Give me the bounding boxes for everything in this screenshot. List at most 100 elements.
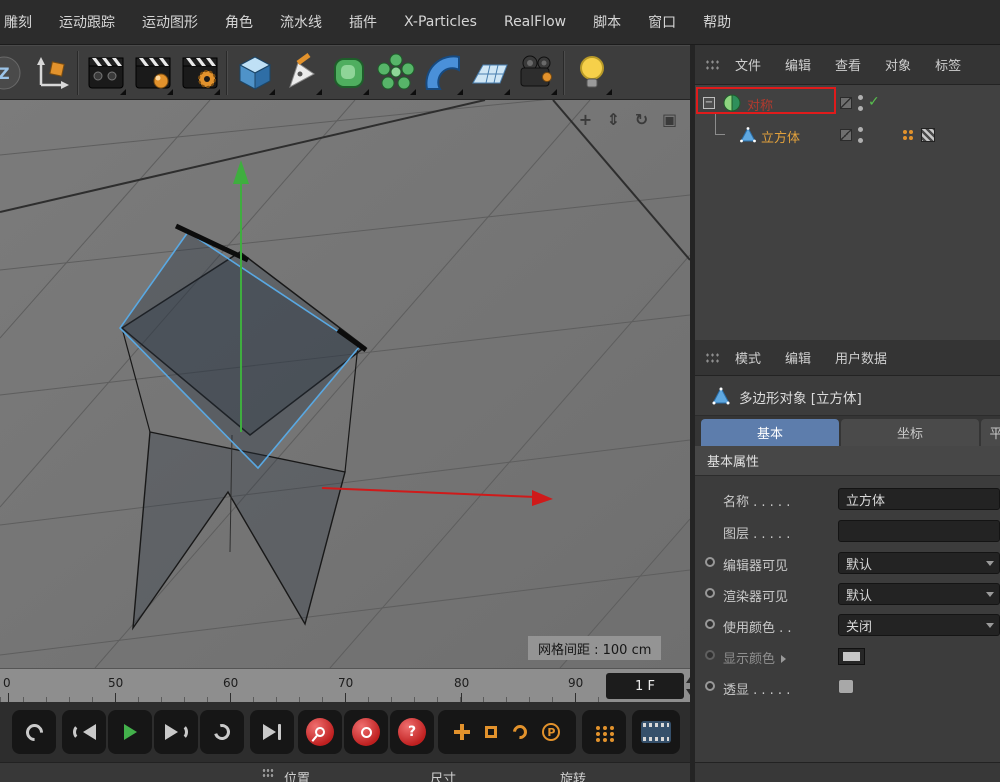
selection-tag-icon[interactable] [903, 130, 907, 134]
next-key-button[interactable] [154, 710, 198, 754]
om-menu-object[interactable]: 对象 [885, 55, 911, 74]
object-name-cube[interactable]: 立方体 [761, 127, 800, 146]
cube-primitive-button[interactable] [231, 47, 278, 98]
size-column-label: 尺寸 [430, 768, 456, 782]
panel-handle-icon[interactable] [705, 352, 719, 364]
layer-state-icon[interactable] [840, 97, 852, 109]
keyframe-record-circle[interactable] [705, 588, 715, 598]
editor-visibility-dropdown[interactable]: 默认 [838, 552, 1000, 574]
array-generator-button[interactable] [372, 47, 419, 98]
am-menu-edit[interactable]: 编辑 [785, 348, 811, 367]
render-settings-button[interactable] [176, 47, 223, 98]
current-frame-field[interactable]: 1 F [606, 673, 684, 699]
viewport-panel[interactable]: + ⇕ ↻ ▣ 网格间距 : 100 cm [0, 100, 690, 668]
zoom-view-icon[interactable]: ⇕ [603, 109, 624, 130]
point-level-animation-toggle[interactable] [582, 710, 626, 754]
render-picture-viewer-button[interactable] [129, 47, 176, 98]
loop-icon [211, 721, 233, 743]
menu-item-window[interactable]: 窗口 [648, 12, 676, 32]
use-color-dropdown[interactable]: 关闭 [838, 614, 1000, 636]
om-menu-edit[interactable]: 编辑 [785, 55, 811, 74]
keyframe-record-circle[interactable] [705, 650, 715, 660]
am-menu-mode[interactable]: 模式 [735, 348, 761, 367]
menu-item-pipeline[interactable]: 流水线 [280, 12, 322, 32]
om-menu-file[interactable]: 文件 [735, 55, 761, 74]
record-rotation-toggle[interactable] [510, 722, 530, 742]
menu-item-sculpt[interactable]: 雕刻 [4, 12, 32, 32]
transport-bar: ? P [0, 702, 690, 762]
layer-input[interactable] [838, 520, 1000, 542]
light-bulb-icon [571, 52, 613, 94]
menu-item-plugins[interactable]: 插件 [349, 12, 377, 32]
pan-view-icon[interactable]: + [575, 109, 596, 130]
camera-button[interactable] [513, 47, 560, 98]
timeline-window-button[interactable] [632, 710, 680, 754]
loop-playback-button[interactable] [200, 710, 244, 754]
menu-item-help[interactable]: 帮助 [703, 12, 731, 32]
major-tick [461, 693, 462, 702]
menu-item-realflow[interactable]: RealFlow [504, 14, 566, 30]
name-input[interactable]: 立方体 [838, 488, 1000, 510]
menu-item-mograph[interactable]: 运动图形 [142, 12, 198, 32]
floor-plane-icon [469, 52, 511, 94]
texture-tag-icon[interactable] [921, 128, 935, 142]
record-position-toggle[interactable] [454, 724, 470, 740]
maximize-view-icon[interactable]: ▣ [659, 109, 680, 130]
tab-phong-cut[interactable]: 平 [981, 419, 1000, 446]
autokey-button[interactable] [344, 710, 388, 754]
object-row-cube[interactable]: 立方体 [695, 121, 1000, 149]
record-parameter-toggle[interactable]: P [542, 723, 560, 741]
rotate-view-icon[interactable]: ↻ [631, 109, 652, 130]
light-button[interactable] [568, 47, 615, 98]
om-menu-view[interactable]: 查看 [835, 55, 861, 74]
renderer-visibility-dropdown[interactable]: 默认 [838, 583, 1000, 605]
play-button[interactable] [108, 710, 152, 754]
xray-checkbox[interactable] [838, 679, 854, 694]
subdivision-surface-button[interactable] [325, 47, 372, 98]
keyframe-record-circle[interactable] [705, 681, 715, 691]
display-color-swatch[interactable] [838, 648, 865, 665]
field-row-editor-visibility: 编辑器可见 默认 [695, 548, 1000, 578]
chevron-down-icon [986, 561, 994, 566]
am-menu-userdata[interactable]: 用户数据 [835, 348, 887, 367]
record-keyframe-button[interactable] [298, 710, 342, 754]
tab-coordinates[interactable]: 坐标 [841, 419, 979, 446]
tab-basic[interactable]: 基本 [701, 419, 839, 446]
menu-item-xparticles[interactable]: X-Particles [404, 14, 477, 30]
go-to-end-button[interactable] [250, 710, 294, 754]
clapperboard-picture-icon [132, 52, 174, 94]
floor-button[interactable] [466, 47, 513, 98]
scale-tool-button[interactable]: Z [0, 47, 27, 98]
viewport-scene[interactable] [0, 100, 690, 668]
attribute-tabs: 基本 坐标 平 [695, 416, 1000, 446]
coordinate-system-button[interactable] [27, 47, 74, 98]
panel-handle-icon[interactable] [262, 768, 274, 778]
visibility-dots-icon[interactable] [858, 95, 863, 111]
panel-handle-icon[interactable] [705, 59, 719, 71]
enabled-check-icon[interactable]: ✓ [868, 94, 880, 110]
render-view-button[interactable] [82, 47, 129, 98]
record-scale-toggle[interactable] [485, 726, 497, 738]
timeline-ruler[interactable]: 0 50 60 70 80 90 1 F [0, 668, 690, 702]
om-menu-tags[interactable]: 标签 [935, 55, 961, 74]
field-row-renderer-visibility: 渲染器可见 默认 [695, 579, 1000, 609]
keyframe-record-circle[interactable] [705, 619, 715, 629]
keyframe-selection-button[interactable]: ? [390, 710, 434, 754]
basic-properties-section[interactable]: 基本属性 [695, 446, 1000, 476]
visibility-dots-icon[interactable] [858, 127, 863, 143]
layer-state-icon[interactable] [840, 129, 852, 141]
keyframe-record-circle[interactable] [705, 557, 715, 567]
menu-item-script[interactable]: 脚本 [593, 12, 621, 32]
deformer-button[interactable] [419, 47, 466, 98]
previous-key-button[interactable] [62, 710, 106, 754]
polygon-object-icon [739, 126, 757, 144]
menu-item-motion-tracker[interactable]: 运动跟踪 [59, 12, 115, 32]
field-row-layer: 图层 . . . . . [695, 516, 1000, 546]
axis-icon [31, 53, 71, 93]
pen-spline-button[interactable] [278, 47, 325, 98]
toolbar-separator [226, 51, 228, 95]
timeline-tick-label: 90 [568, 676, 583, 690]
menu-item-character[interactable]: 角色 [225, 12, 253, 32]
go-to-start-button[interactable] [12, 710, 56, 754]
array-flower-icon [375, 52, 417, 94]
